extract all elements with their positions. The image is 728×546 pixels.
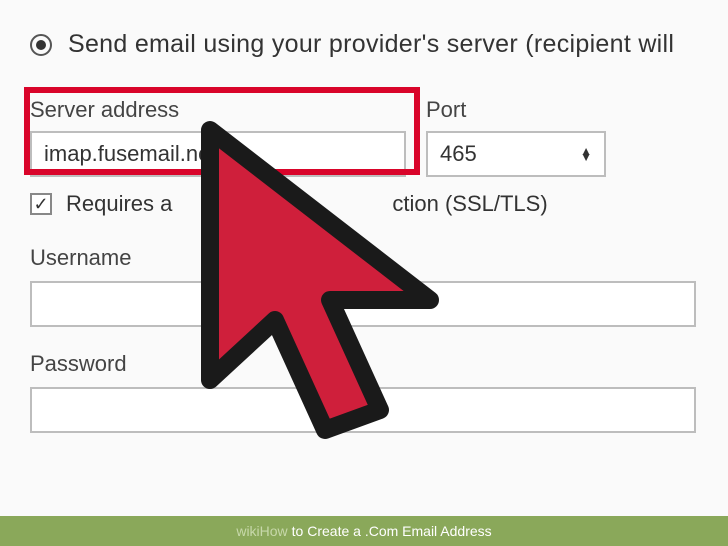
email-server-form: Send email using your provider's server …: [0, 0, 728, 477]
password-group: Password: [30, 351, 698, 433]
radio-label: Send email using your provider's server …: [68, 30, 674, 59]
server-address-group: Server address: [30, 97, 406, 177]
ssl-label-suffix: ction (SSL/TLS): [392, 191, 547, 217]
port-value: 465: [440, 141, 477, 167]
server-address-input[interactable]: [30, 131, 406, 177]
password-label: Password: [30, 351, 698, 377]
ssl-label-prefix: Requires a: [66, 191, 172, 217]
username-input[interactable]: [30, 281, 696, 327]
server-port-row: Server address Port 465 ▲ ▼: [30, 97, 698, 177]
radio-icon: [30, 34, 52, 56]
username-group: Username: [30, 245, 698, 327]
password-input[interactable]: [30, 387, 696, 433]
port-group: Port 465 ▲ ▼: [426, 97, 606, 177]
server-address-label: Server address: [30, 97, 406, 123]
checkbox-icon: ✓: [30, 193, 52, 215]
stepper-icon: ▲ ▼: [580, 148, 592, 160]
port-select[interactable]: 465 ▲ ▼: [426, 131, 606, 177]
caption-prefix: wikiHow: [236, 523, 287, 539]
username-label: Username: [30, 245, 698, 271]
radio-selected-dot: [36, 40, 46, 50]
caption-text: to Create a .Com Email Address: [292, 523, 492, 539]
port-label: Port: [426, 97, 606, 123]
ssl-checkbox-row[interactable]: ✓ Requires a ction (SSL/TLS): [30, 191, 698, 217]
ssl-label: Requires a ction (SSL/TLS): [66, 191, 548, 217]
send-via-provider-radio[interactable]: Send email using your provider's server …: [30, 30, 698, 59]
caption-bar: wikiHow to Create a .Com Email Address: [0, 516, 728, 546]
